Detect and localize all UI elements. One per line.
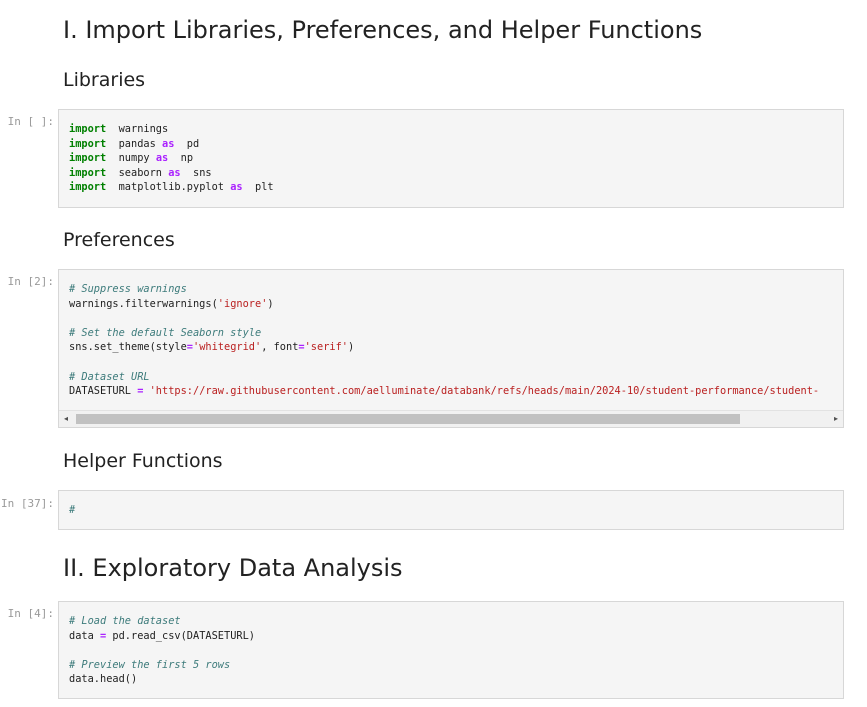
code-line: data.head() bbox=[69, 672, 255, 687]
code-token: np bbox=[168, 152, 194, 165]
section-heading-eda: II. Exploratory Data Analysis bbox=[63, 554, 403, 582]
code-token: # Load the dataset bbox=[69, 615, 181, 627]
cell-prompt: In [ ]: bbox=[7, 115, 54, 128]
scrollbar-thumb[interactable] bbox=[76, 414, 740, 424]
subheading-libraries: Libraries bbox=[63, 69, 146, 91]
code-token: DATASETURL bbox=[69, 385, 138, 398]
code-line: DATASETURL = 'https://raw.githubusercont… bbox=[69, 384, 819, 399]
code-line: data = pd.read_csv(DATASETURL) bbox=[69, 629, 255, 644]
code-token: warnings bbox=[106, 123, 169, 135]
code-cell-eda[interactable]: # Load the dataset data = pd.read_csv(DAT… bbox=[58, 601, 844, 699]
code-cell-helper-functions[interactable]: # bbox=[58, 490, 844, 530]
code-token: as bbox=[230, 181, 243, 194]
code-line: import numpy as np bbox=[69, 151, 274, 166]
code-line: import seaborn as sns bbox=[69, 166, 274, 181]
code-token: 'https://raw.githubusercontent.com/aellu… bbox=[149, 385, 820, 398]
code-line: import warnings bbox=[69, 122, 274, 137]
code-token: # Preview the first 5 rows bbox=[69, 658, 231, 671]
section-heading-import: I. Import Libraries, Preferences, and He… bbox=[63, 16, 703, 44]
code-token: data bbox=[69, 629, 100, 642]
notebook-page: I. Import Libraries, Preferences, and He… bbox=[0, 0, 867, 707]
code-token: 'whitegrid' bbox=[193, 341, 262, 354]
code-token: # bbox=[69, 504, 76, 516]
code-token: , font bbox=[261, 341, 299, 354]
code-token: import bbox=[69, 166, 107, 179]
code-cell-preferences[interactable]: # Suppress warnings warnings.filterwarnin… bbox=[58, 269, 844, 428]
code-token: # Dataset URL bbox=[69, 370, 150, 383]
code-token: ) bbox=[348, 341, 355, 354]
scroll-right-arrow-icon[interactable]: ▸ bbox=[834, 414, 838, 424]
code-token: import bbox=[69, 181, 107, 194]
code-line: # Suppress warnings bbox=[69, 282, 819, 297]
code-line: # Set the default Seaborn style bbox=[69, 326, 819, 341]
code-editor[interactable]: # bbox=[69, 503, 75, 518]
code-token: plt bbox=[242, 181, 274, 194]
code-token: seaborn bbox=[106, 166, 169, 179]
code-token: pd.read_csv(DATASETURL) bbox=[106, 629, 255, 642]
cell-prompt: In [37]: bbox=[1, 497, 54, 510]
code-token: 'serif' bbox=[304, 341, 349, 354]
cell-prompt: In [2]: bbox=[7, 275, 54, 288]
code-token: warnings.filterwarnings( bbox=[69, 297, 218, 310]
code-line: # bbox=[69, 503, 75, 518]
code-token: as bbox=[168, 166, 181, 179]
code-line: warnings.filterwarnings('ignore') bbox=[69, 297, 819, 312]
code-line: # Load the dataset bbox=[69, 614, 255, 629]
code-token: import bbox=[69, 137, 107, 150]
code-line: import pandas as pd bbox=[69, 137, 274, 152]
subheading-preferences: Preferences bbox=[63, 229, 175, 251]
code-line: # Preview the first 5 rows bbox=[69, 658, 255, 673]
scroll-left-arrow-icon[interactable]: ◂ bbox=[64, 414, 68, 424]
code-line: import matplotlib.pyplot as plt bbox=[69, 180, 274, 195]
code-token: import bbox=[69, 123, 107, 135]
cell-prompt: In [4]: bbox=[7, 607, 54, 620]
code-token: matplotlib.pyplot bbox=[106, 181, 231, 194]
code-token: sns bbox=[180, 166, 212, 179]
code-token: as bbox=[162, 137, 175, 150]
code-editor[interactable]: # Suppress warnings warnings.filterwarnin… bbox=[69, 282, 819, 399]
code-token: as bbox=[155, 152, 169, 165]
code-token: 'ignore' bbox=[217, 297, 268, 310]
horizontal-scrollbar[interactable]: ◂ ▸ bbox=[59, 410, 843, 427]
code-token: pd bbox=[174, 137, 200, 150]
code-token: numpy bbox=[106, 152, 156, 165]
subheading-helper-functions: Helper Functions bbox=[63, 450, 223, 472]
code-line: sns.set_theme(style='whitegrid', font='s… bbox=[69, 340, 819, 355]
code-line: # Dataset URL bbox=[69, 370, 819, 385]
code-editor[interactable]: import warnings import pandas as pd import… bbox=[69, 122, 274, 195]
code-token: # Suppress warnings bbox=[69, 283, 187, 295]
code-token: ) bbox=[267, 297, 274, 310]
code-editor[interactable]: # Load the dataset data = pd.read_csv(DAT… bbox=[69, 614, 255, 687]
code-token: data.head() bbox=[69, 673, 138, 686]
code-token: sns.set_theme(style bbox=[69, 341, 187, 354]
code-token: # Set the default Seaborn style bbox=[69, 326, 262, 339]
code-token: import bbox=[69, 152, 107, 165]
code-token: pandas bbox=[106, 137, 162, 150]
code-cell-libraries[interactable]: import warnings import pandas as pd import… bbox=[58, 109, 844, 208]
